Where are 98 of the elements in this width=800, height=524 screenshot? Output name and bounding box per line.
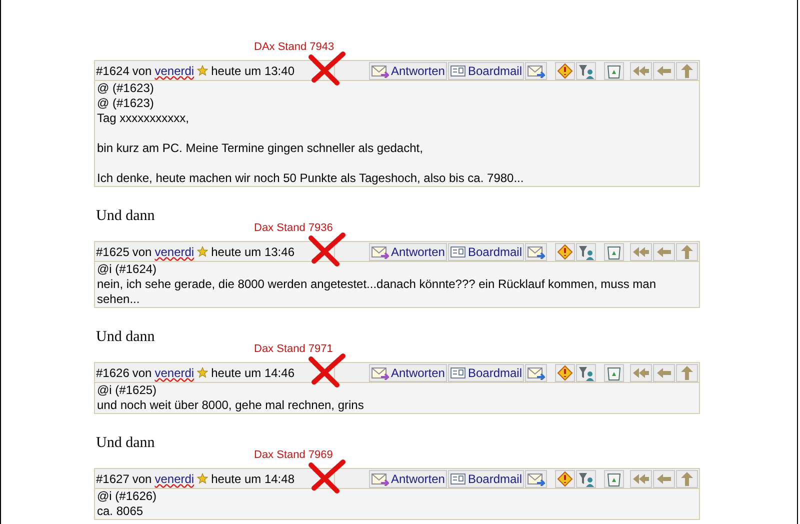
document-icon — [450, 244, 466, 258]
post-number: #1626 — [96, 364, 130, 382]
document-icon — [450, 366, 466, 380]
post-text: @i (#1626) — [97, 489, 158, 504]
top-button[interactable] — [676, 62, 698, 80]
author-link[interactable]: venerdi — [154, 364, 194, 382]
annotation-text: Dax Stand 7936 — [254, 222, 333, 235]
filter-button[interactable] — [576, 364, 596, 382]
delete-button[interactable] — [604, 364, 624, 382]
post-text: nein, ich sehe gerade, die 8000 werden angetestet...danach könnte??? ein Rücklauf kommen, muss man sehen... — [97, 277, 658, 307]
report-button[interactable] — [555, 470, 575, 488]
reply-button[interactable]: Antworten — [368, 62, 447, 80]
post-number: #1627 — [96, 470, 130, 488]
envelope-icon — [527, 366, 545, 380]
warning-icon — [557, 62, 573, 78]
forward-button[interactable] — [525, 242, 547, 260]
by-text: von — [132, 470, 152, 488]
report-button[interactable] — [555, 364, 575, 382]
annotation-text: DAx Stand 7943 — [254, 41, 334, 54]
previous-button[interactable] — [653, 62, 675, 80]
forward-button[interactable] — [525, 364, 547, 382]
first-button[interactable] — [630, 242, 652, 260]
post-time: heute um 13:46 — [211, 244, 294, 260]
filter-button[interactable] — [576, 62, 596, 80]
author-link[interactable]: venerdi — [154, 470, 194, 488]
forward-button[interactable] — [525, 470, 547, 488]
post-text: Tag xxxxxxxxxxx, — [97, 111, 190, 126]
forward-button[interactable] — [525, 62, 547, 80]
reply-button[interactable]: Antworten — [368, 242, 447, 260]
star-icon — [197, 367, 208, 378]
envelope-icon — [370, 244, 389, 258]
cross-mark-icon — [307, 232, 347, 268]
envelope-icon — [370, 366, 389, 380]
post-time: heute um 14:46 — [211, 364, 294, 382]
lead-text: Und dann — [96, 328, 155, 346]
annotation-text: Dax Stand 7971 — [254, 343, 333, 356]
star-icon — [197, 65, 208, 76]
warning-icon — [557, 364, 573, 380]
author-link[interactable]: venerdi — [154, 62, 194, 80]
post-text: @i (#1624) — [97, 262, 158, 277]
post-text: und noch weit über 8000, gehe mal rechnen, grins — [97, 398, 365, 413]
top-button[interactable] — [676, 470, 698, 488]
filter-icon — [578, 364, 594, 380]
post-text: bin kurz am PC. Meine Termine gingen schneller als gedacht, — [97, 141, 424, 156]
delete-button[interactable] — [604, 242, 624, 260]
reply-button[interactable]: Antworten — [368, 364, 447, 382]
previous-button[interactable] — [653, 364, 675, 382]
report-button[interactable] — [555, 62, 575, 80]
report-button[interactable] — [555, 242, 575, 260]
boardmail-button[interactable]: Boardmail — [448, 242, 524, 260]
post-time: heute um 13:40 — [211, 62, 294, 80]
cross-mark-icon — [307, 353, 347, 389]
top-button[interactable] — [676, 364, 698, 382]
envelope-icon — [370, 472, 389, 486]
document-icon — [450, 472, 466, 486]
previous-button[interactable] — [653, 242, 675, 260]
first-button[interactable] — [630, 470, 652, 488]
star-icon — [197, 473, 208, 484]
annotation-text: Dax Stand 7969 — [254, 449, 333, 462]
envelope-icon — [527, 64, 545, 78]
post-number: #1625 — [96, 244, 130, 260]
filter-icon — [578, 62, 594, 78]
by-text: von — [132, 244, 152, 260]
post-text: @i (#1625) — [97, 383, 158, 398]
first-button[interactable] — [630, 364, 652, 382]
top-button[interactable] — [676, 242, 698, 260]
delete-button[interactable] — [604, 470, 624, 488]
by-text: von — [132, 62, 152, 80]
lead-text: Und dann — [96, 434, 155, 452]
cross-mark-icon — [307, 51, 347, 87]
post-time: heute um 14:48 — [211, 470, 294, 488]
filter-button[interactable] — [576, 242, 596, 260]
reply-button[interactable]: Antworten — [368, 470, 447, 488]
previous-button[interactable] — [653, 470, 675, 488]
envelope-icon — [527, 472, 545, 486]
author-link[interactable]: venerdi — [154, 242, 194, 260]
cross-mark-icon — [307, 459, 347, 495]
warning-icon — [557, 244, 573, 260]
star-icon — [197, 246, 208, 257]
filter-icon — [578, 244, 594, 260]
post-text: @ (#1623) — [97, 81, 155, 96]
lead-text: Und dann — [96, 207, 155, 225]
post-text: ca. 8065 — [97, 504, 144, 519]
post-text: Ich denke, heute machen wir noch 50 Punkte als Tageshoch, also bis ca. 7980... — [97, 171, 525, 186]
delete-button[interactable] — [604, 62, 624, 80]
post-text: @ (#1623) — [97, 96, 155, 111]
first-button[interactable] — [630, 62, 652, 80]
warning-icon — [557, 470, 573, 486]
filter-button[interactable] — [576, 470, 596, 488]
boardmail-button[interactable]: Boardmail — [448, 364, 524, 382]
boardmail-button[interactable]: Boardmail — [448, 470, 524, 488]
envelope-icon — [370, 64, 389, 78]
post-number: #1624 — [96, 62, 130, 80]
filter-icon — [578, 470, 594, 486]
document-icon — [450, 64, 466, 78]
boardmail-button[interactable]: Boardmail — [448, 62, 524, 80]
by-text: von — [132, 364, 152, 382]
envelope-icon — [527, 244, 545, 258]
